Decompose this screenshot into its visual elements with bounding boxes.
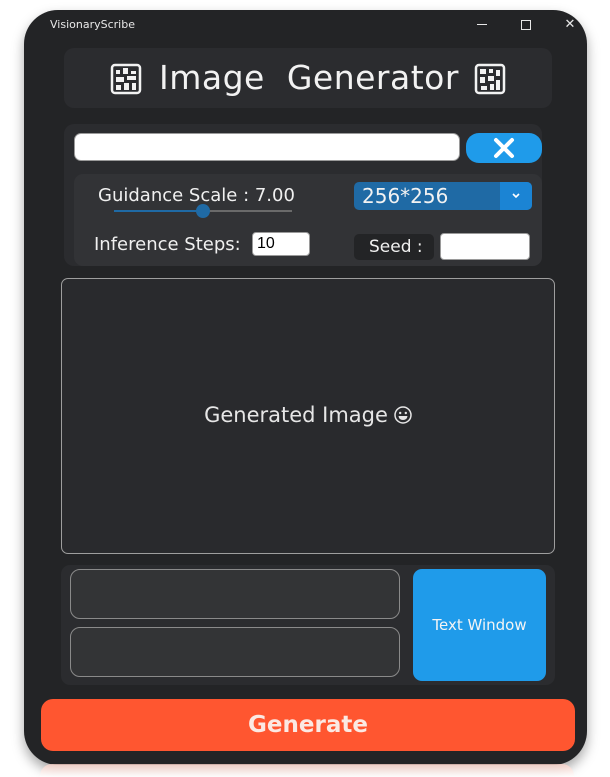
seed-label-box: Seed :	[354, 234, 434, 260]
minimize-button[interactable]	[468, 15, 496, 35]
slider-handle[interactable]	[196, 204, 210, 218]
slider-fill	[114, 210, 203, 212]
app-title: VisionaryScribe	[50, 18, 135, 31]
text-output-box-1[interactable]	[70, 569, 400, 619]
art-frame-icon	[110, 63, 142, 95]
generated-image-placeholder: Generated Image	[62, 403, 554, 427]
window-reflection	[40, 764, 574, 777]
text-window-button[interactable]: Text Window	[413, 569, 546, 681]
chevron-down-icon	[512, 193, 520, 199]
generate-button[interactable]: Generate	[41, 699, 575, 751]
title-bar: VisionaryScribe ✕	[24, 10, 587, 40]
close-icon	[494, 138, 514, 158]
parameters-panel: Guidance Scale : 7.00 256*256 Inference …	[74, 174, 542, 266]
dropdown-arrow-button[interactable]	[500, 182, 532, 210]
app-window: VisionaryScribe ✕ Image Generator Guidan…	[24, 10, 587, 765]
generated-image-area: Generated Image	[61, 278, 555, 554]
image-size-dropdown[interactable]: 256*256	[354, 182, 532, 210]
grinning-face-icon	[394, 406, 412, 424]
inference-steps-label: Inference Steps:	[94, 234, 241, 255]
maximize-button[interactable]	[512, 15, 540, 35]
inference-steps-input[interactable]	[252, 232, 310, 256]
page-title: Image Generator	[159, 58, 459, 97]
generated-image-label: Generated Image	[204, 403, 388, 427]
seed-label: Seed :	[369, 237, 423, 257]
controls-panel: Guidance Scale : 7.00 256*256 Inference …	[64, 124, 542, 266]
guidance-scale-slider[interactable]	[114, 204, 292, 218]
clear-prompt-button[interactable]	[466, 133, 542, 163]
close-icon: ✕	[564, 17, 576, 32]
seed-input[interactable]	[440, 233, 530, 260]
maximize-icon	[521, 19, 531, 30]
text-output-panel: Text Window	[61, 565, 555, 685]
minimize-icon	[477, 24, 487, 25]
image-size-value: 256*256	[362, 184, 449, 208]
text-output-box-2[interactable]	[70, 627, 400, 677]
header-panel: Image Generator	[64, 48, 552, 108]
close-window-button[interactable]: ✕	[556, 15, 584, 35]
guidance-scale-label: Guidance Scale : 7.00	[98, 185, 295, 206]
prompt-input[interactable]	[74, 133, 460, 161]
art-frame-icon	[474, 63, 506, 95]
